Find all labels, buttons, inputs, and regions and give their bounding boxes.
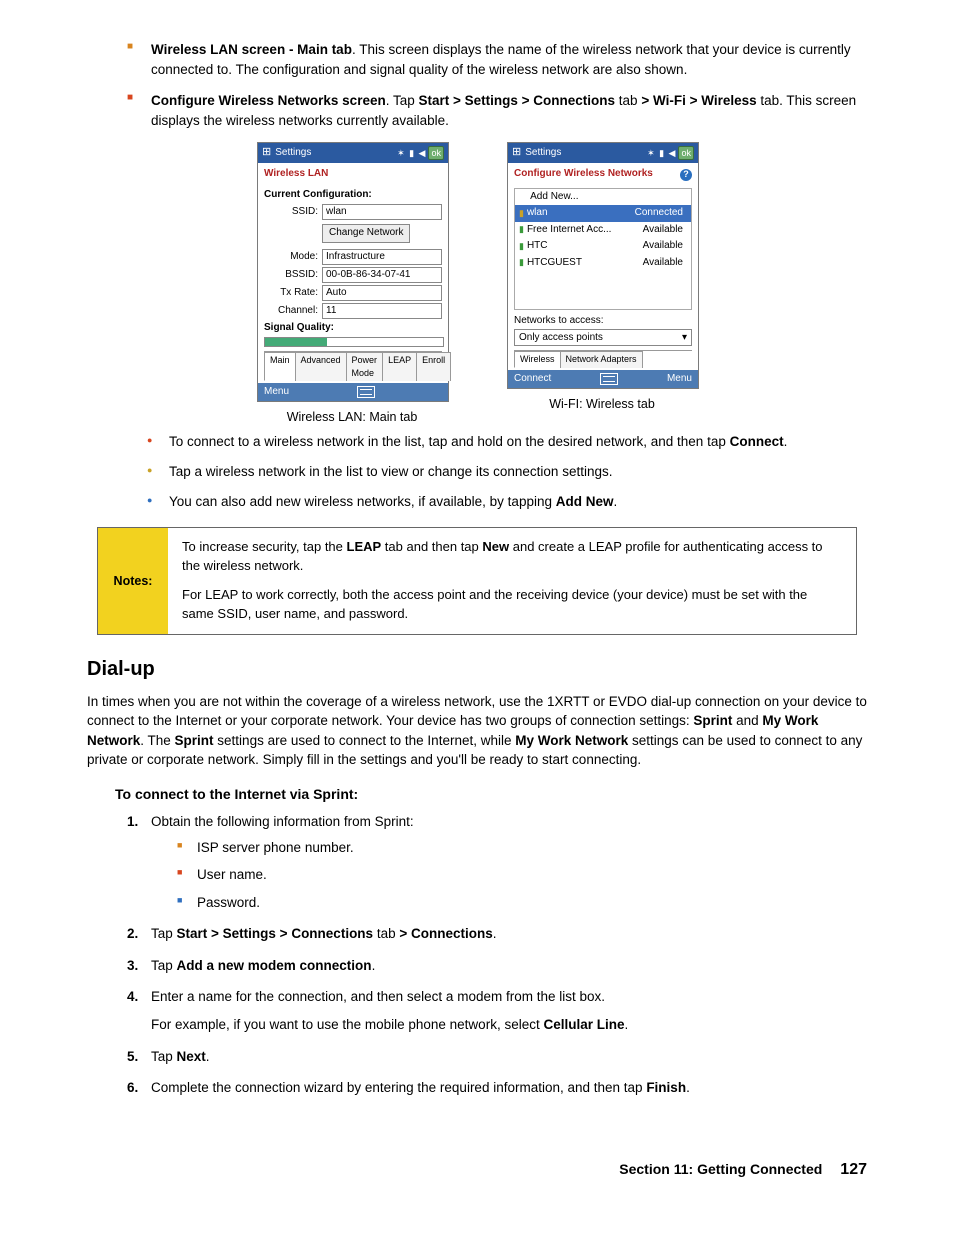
network-row[interactable]: ▮HTCAvailable [515, 238, 691, 255]
document-page: Wireless LAN screen - Main tab. This scr… [67, 40, 887, 1181]
step-5: Tap Next. [127, 1047, 867, 1067]
windows-icon: ⊞ [262, 145, 271, 161]
footer-page: 127 [840, 1158, 867, 1181]
section-header: Configure Wireless Networks ? [508, 163, 698, 184]
titlebar-text: Settings [275, 146, 311, 161]
screenshot-body: Add New... ▮wlanConnected ▮Free Internet… [508, 184, 698, 371]
add-new-row[interactable]: Add New... [515, 189, 691, 206]
tab-leap[interactable]: LEAP [382, 352, 417, 381]
screenshot-configure-frame: ⊞ Settings ✶ ▮ ◀ ok Configure Wireless N… [507, 142, 699, 389]
current-config-label: Current Configuration: [264, 188, 442, 203]
network-row[interactable]: ▮HTCGUESTAvailable [515, 255, 691, 272]
tab-enroll[interactable]: Enroll [416, 352, 451, 381]
ssid-input[interactable]: wlan [322, 204, 442, 220]
menu-button[interactable]: Menu [264, 385, 289, 400]
sub-bullet-connect: To connect to a wireless network in the … [147, 432, 867, 452]
txrate-input[interactable]: Auto [322, 285, 442, 301]
tab-network-adapters[interactable]: Network Adapters [560, 351, 643, 368]
tab-advanced[interactable]: Advanced [295, 352, 347, 381]
tabs-row: Main Advanced Power Mode LEAP Enroll [264, 351, 442, 381]
network-row[interactable]: ▮wlanConnected [515, 205, 691, 222]
connect-button[interactable]: Connect [514, 372, 551, 387]
sub-bullet-list: To connect to a wireless network in the … [87, 432, 867, 511]
step-2: Tap Start > Settings > Connections tab >… [127, 924, 867, 944]
change-network-button[interactable]: Change Network [322, 224, 410, 243]
steps-list: Obtain the following information from Sp… [87, 812, 867, 1098]
signal-icon: ▮ [519, 207, 524, 220]
screenshots-row: ⊞ Settings ✶ ▮ ◀ ok Wireless LAN Current… [87, 142, 867, 426]
bssid-input[interactable]: 00-0B-86-34-07-41 [322, 267, 442, 283]
access-dropdown[interactable]: Only access points▾ [514, 329, 692, 346]
titlebar: ⊞ Settings ✶ ▮ ◀ ok [508, 143, 698, 163]
tab-wireless[interactable]: Wireless [514, 351, 561, 368]
ok-button[interactable]: ok [428, 146, 444, 160]
channel-input[interactable]: 11 [322, 303, 442, 319]
mode-input[interactable]: Infrastructure [322, 249, 442, 265]
titlebar: ⊞ Settings ✶ ▮ ◀ ok [258, 143, 448, 163]
step-4-extra: For example, if you want to use the mobi… [151, 1015, 867, 1035]
screenshot-wlan-main: ⊞ Settings ✶ ▮ ◀ ok Wireless LAN Current… [257, 142, 447, 426]
network-list[interactable]: Add New... ▮wlanConnected ▮Free Internet… [514, 188, 692, 310]
tabs-row: Wireless Network Adapters [514, 350, 692, 368]
signal-icon: ▮ [519, 223, 524, 236]
titlebar-text: Settings [525, 146, 561, 161]
network-row[interactable]: ▮Free Internet Acc...Available [515, 222, 691, 239]
section-header: Wireless LAN [258, 163, 448, 184]
dialup-heading: Dial-up [87, 655, 867, 684]
access-label: Networks to access: [514, 314, 692, 329]
signal-quality-label: Signal Quality: [264, 321, 442, 336]
step-4: Enter a name for the connection, and the… [127, 987, 867, 1034]
bullet-configure: Configure Wireless Networks screen. Tap … [127, 91, 867, 130]
notes-body: To increase security, tap the LEAP tab a… [168, 528, 856, 633]
menu-button[interactable]: Menu [667, 372, 692, 387]
step-1-item: ISP server phone number. [177, 838, 867, 858]
signal-icon: ▮ [519, 240, 524, 253]
caption-1: Wireless LAN: Main tab [257, 408, 447, 426]
menubar: Connect Menu [508, 370, 698, 388]
tab-main[interactable]: Main [264, 352, 296, 381]
screenshot-body: Current Configuration: SSID:wlan Change … [258, 184, 448, 384]
bullet-wlan-main-title: Wireless LAN screen - Main tab [151, 42, 352, 57]
status-icons: ✶ ▮ ◀ [647, 147, 676, 160]
chevron-down-icon: ▾ [682, 331, 687, 346]
screenshot-configure-wireless: ⊞ Settings ✶ ▮ ◀ ok Configure Wireless N… [507, 142, 697, 426]
bullet-configure-title: Configure Wireless Networks screen [151, 93, 386, 108]
keyboard-icon[interactable] [357, 386, 375, 398]
footer-section: Section 11: Getting Connected [619, 1159, 822, 1179]
notes-p2: For LEAP to work correctly, both the acc… [182, 586, 842, 624]
tab-power-mode[interactable]: Power Mode [346, 352, 384, 381]
signal-icon: ▮ [519, 256, 524, 269]
bullet-wlan-main: Wireless LAN screen - Main tab. This scr… [127, 40, 867, 79]
top-bullet-list: Wireless LAN screen - Main tab. This scr… [87, 40, 867, 130]
signal-quality-bar [264, 337, 444, 347]
status-icons: ✶ ▮ ◀ [397, 147, 426, 160]
sub-bullet-view-settings: Tap a wireless network in the list to vi… [147, 462, 867, 482]
ok-button[interactable]: ok [678, 146, 694, 160]
caption-2: Wi-FI: Wireless tab [507, 395, 697, 413]
subheading: To connect to the Internet via Sprint: [115, 784, 867, 804]
step-3: Tap Add a new modem connection. [127, 956, 867, 976]
step-1-item: User name. [177, 865, 867, 885]
step-6: Complete the connection wizard by enteri… [127, 1078, 867, 1098]
menubar: Menu [258, 383, 448, 401]
page-footer: Section 11: Getting Connected 127 [87, 1158, 867, 1181]
step-1: Obtain the following information from Sp… [127, 812, 867, 912]
notes-p1: To increase security, tap the LEAP tab a… [182, 538, 842, 576]
screenshot-wlan-frame: ⊞ Settings ✶ ▮ ◀ ok Wireless LAN Current… [257, 142, 449, 402]
dialup-paragraph: In times when you are not within the cov… [87, 692, 867, 770]
keyboard-icon[interactable] [600, 373, 618, 385]
step-1-items: ISP server phone number. User name. Pass… [151, 838, 867, 913]
help-icon[interactable]: ? [680, 169, 692, 181]
windows-icon: ⊞ [512, 145, 521, 161]
sub-bullet-add-new: You can also add new wireless networks, … [147, 492, 867, 512]
notes-label: Notes: [98, 528, 168, 633]
step-1-item: Password. [177, 893, 867, 913]
notes-box: Notes: To increase security, tap the LEA… [97, 527, 857, 634]
